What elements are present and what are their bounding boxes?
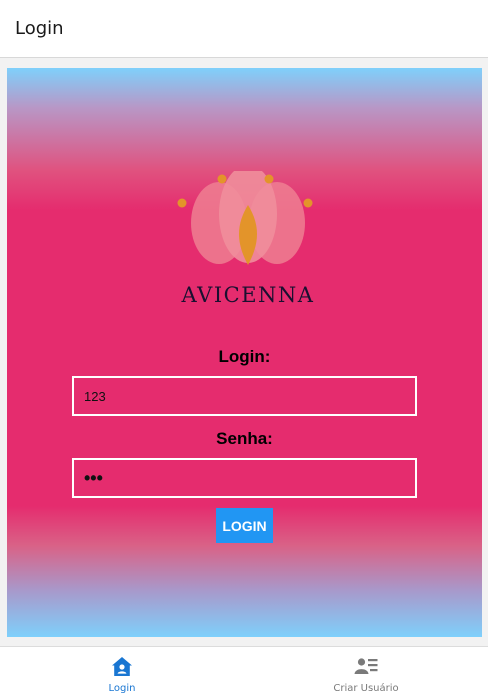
login-panel: AVICENNA Login: Senha: LOGIN [7, 68, 482, 637]
logo-dot [264, 174, 274, 184]
home-user-icon [112, 657, 132, 676]
login-input[interactable] [72, 376, 417, 416]
avicenna-logo: AVICENNA [177, 171, 315, 307]
logo-wordmark: AVICENNA [181, 283, 315, 307]
nav-label-login: Login [108, 683, 136, 694]
login-label: Login: [218, 347, 271, 366]
nav-item-criar-usuario[interactable]: Criar Usuário [244, 647, 488, 694]
password-input[interactable] [72, 458, 417, 498]
nav-label-criar-usuario: Criar Usuário [333, 683, 399, 694]
page-title: Login [15, 18, 64, 39]
logo-dot [303, 198, 313, 208]
password-label: Senha: [216, 429, 273, 448]
logo-dot [217, 174, 227, 184]
logo-dot [177, 198, 187, 208]
nav-item-login[interactable]: Login [0, 647, 244, 694]
bottom-navigation: Login Criar Usuário [0, 646, 488, 694]
login-button[interactable]: LOGIN [216, 508, 273, 543]
app-header: Login [0, 0, 488, 58]
app-screen: Login AVICENNA Login: Senha: LOGIN [0, 0, 488, 694]
person-list-icon [354, 658, 378, 674]
